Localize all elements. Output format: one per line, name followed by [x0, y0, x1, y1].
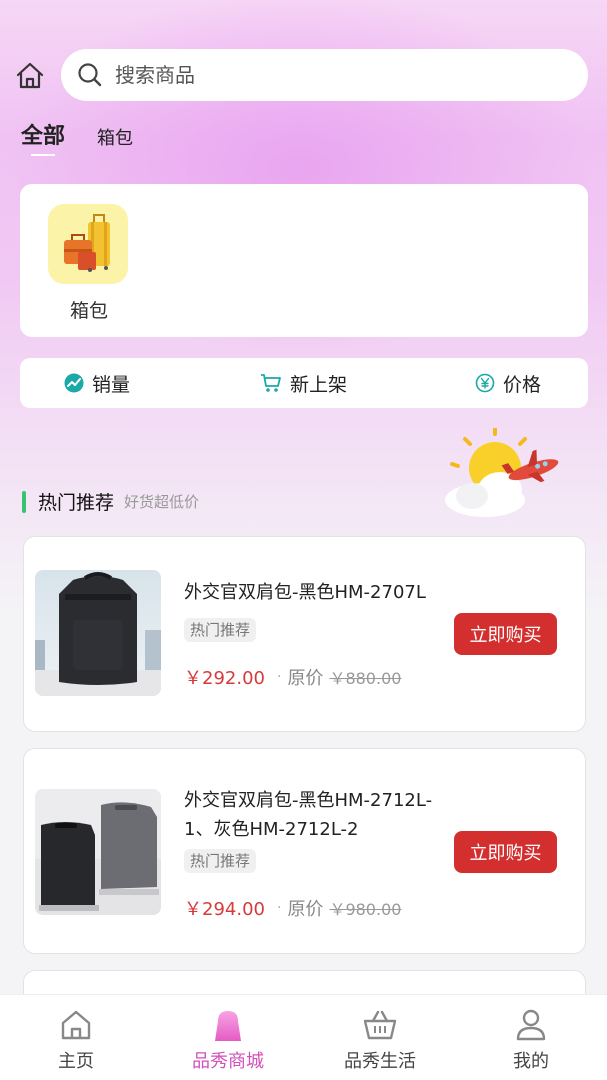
trend-icon [64, 373, 84, 393]
home-icon [61, 1010, 91, 1040]
tab-luggage[interactable]: 箱包 [97, 124, 133, 150]
product-name: 外交官双肩包-黑色HM-2712L-1、灰色HM-2712L-2 [184, 790, 433, 840]
sort-by-sales[interactable]: 销量 [64, 358, 130, 408]
nav-label-me: 我的 [513, 1051, 549, 1072]
product-price-row: ￥292.00 · 原价 ￥880.00 [184, 664, 401, 690]
original-price-label: 原价 [287, 668, 324, 689]
category-card: 箱包 [20, 184, 588, 337]
product-price: ￥294.00 [184, 899, 265, 920]
category-item-luggage[interactable]: 箱包 [48, 204, 130, 323]
nav-item-life[interactable]: 品秀生活 [320, 995, 440, 1080]
product-image[interactable] [35, 570, 161, 696]
yen-coin-icon [475, 373, 495, 393]
product-price-row: ￥294.00 · 原价 ￥980.00 [184, 895, 401, 921]
sort-bar: 销量 新上架 价格 [20, 358, 588, 408]
tab-all[interactable]: 全部 [21, 118, 65, 156]
nav-item-mall[interactable]: 品秀商城 [168, 995, 288, 1080]
section-title-text: 热门推荐 [38, 492, 115, 514]
search-icon [78, 63, 102, 87]
mall-bag-icon [215, 1011, 241, 1041]
bottom-nav: 主页 品秀商城 品秀生活 我的 [0, 994, 607, 1080]
sort-by-price[interactable]: 价格 [475, 358, 541, 408]
search-bar[interactable] [61, 49, 588, 101]
category-tabs: 全部 箱包 [21, 118, 165, 156]
product-image[interactable] [35, 789, 161, 915]
product-name: 外交官双肩包-黑色HM-2707L [184, 582, 426, 603]
product-price: ￥292.00 [184, 668, 265, 689]
price-separator-dot: · [276, 669, 282, 685]
nav-label-home: 主页 [58, 1051, 94, 1072]
sort-by-new[interactable]: 新上架 [260, 358, 347, 408]
cart-icon [261, 374, 281, 392]
section-subtitle: 好货超低价 [124, 493, 200, 511]
original-price-label: 原价 [287, 899, 324, 920]
sun-cloud-plane-decoration [445, 428, 559, 517]
section-title-hot: 热门推荐 好货超低价 [22, 488, 199, 515]
sort-label-new: 新上架 [290, 373, 348, 396]
price-separator-dot: · [276, 900, 282, 916]
nav-label-mall: 品秀商城 [192, 1051, 264, 1072]
product-card[interactable]: 外交官双肩包-黑色HM-2712L-1、灰色HM-2712L-2 热门推荐 ￥2… [23, 748, 586, 954]
nav-label-life: 品秀生活 [344, 1051, 416, 1072]
page: 全部 箱包 箱包 [0, 0, 607, 1080]
buy-now-button[interactable]: 立即购买 [454, 613, 557, 655]
section-title-bar [22, 490, 26, 513]
product-card[interactable]: 外交官双肩包-黑色HM-2707L 热门推荐 ￥292.00 · 原价 ￥880… [23, 536, 586, 732]
sort-label-sales: 销量 [92, 373, 131, 396]
buy-now-button[interactable]: 立即购买 [454, 831, 557, 873]
search-input[interactable] [115, 63, 535, 87]
original-price: ￥980.00 [329, 900, 402, 919]
nav-item-me[interactable]: 我的 [471, 995, 591, 1080]
category-label: 箱包 [69, 300, 108, 322]
nav-item-home[interactable]: 主页 [16, 995, 136, 1080]
original-price: ￥880.00 [329, 669, 402, 688]
product-tag: 热门推荐 [184, 618, 257, 642]
basket-icon [363, 1010, 397, 1040]
luggage-icon [48, 204, 128, 284]
user-icon [516, 1009, 546, 1041]
home-icon [16, 62, 44, 89]
sort-label-price: 价格 [503, 373, 542, 396]
home-button[interactable] [14, 60, 46, 92]
product-tag: 热门推荐 [184, 849, 257, 873]
